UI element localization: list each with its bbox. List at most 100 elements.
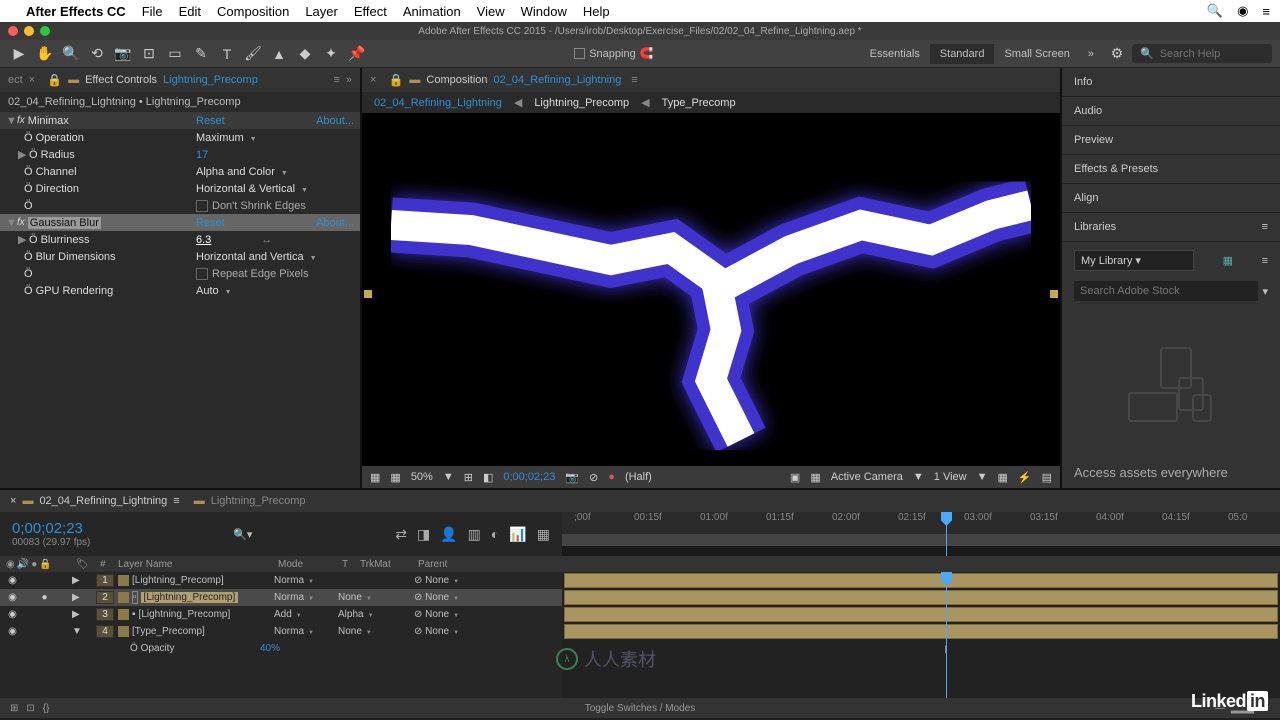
trkmat-dropdown[interactable]: None <box>338 626 414 637</box>
puppet-tool-icon[interactable]: 📌 <box>346 43 368 65</box>
camera-dropdown[interactable]: Active Camera <box>831 471 903 483</box>
close-window-icon[interactable] <box>8 26 18 36</box>
menu-layer[interactable]: Layer <box>305 4 338 19</box>
panel-menu-icon[interactable]: ≡ <box>1262 221 1268 233</box>
layer-duration-bar[interactable] <box>564 590 1278 605</box>
crumb-0[interactable]: 02_04_Refining_Lightning <box>374 97 502 109</box>
timeline-tab-1[interactable]: ×▬02_04_Refining_Lightning≡ <box>10 495 180 507</box>
blend-mode-dropdown[interactable]: Norma <box>274 592 338 603</box>
timeline-icon[interactable]: ▤ <box>1042 471 1052 484</box>
timeline-layer-row[interactable]: ◉ ▶ 3 ▪[Lightning_Precomp] Add Alpha ⊘ N… <box>0 606 562 623</box>
work-area-bar[interactable] <box>562 534 1280 546</box>
trkmat-dropdown[interactable]: None <box>338 592 414 603</box>
grid-icon[interactable]: ▦ <box>390 471 400 484</box>
menu-help[interactable]: Help <box>583 4 610 19</box>
menu-window[interactable]: Window <box>521 4 567 19</box>
type-tool-icon[interactable]: T <box>216 43 238 65</box>
crumb-2[interactable]: Type_Precomp <box>662 97 736 109</box>
menu-view[interactable]: View <box>477 4 505 19</box>
tab-close-icon[interactable]: × <box>29 74 35 86</box>
visibility-toggle[interactable]: ◉ <box>6 609 19 620</box>
playhead-line[interactable] <box>946 572 947 698</box>
search-help[interactable]: 🔍 <box>1132 44 1272 63</box>
lock-icon[interactable]: 🔒 <box>47 73 62 87</box>
effects-presets-panel[interactable]: Effects & Presets <box>1062 155 1280 184</box>
color-mgmt-icon[interactable]: ● <box>608 471 615 483</box>
app-menu[interactable]: After Effects CC <box>26 4 126 19</box>
toggle-switches-icon[interactable]: ⊞ <box>10 703 18 714</box>
spotlight-icon[interactable]: 🔍 <box>1207 3 1223 19</box>
channel-icon[interactable]: ⊘ <box>589 471 598 484</box>
graph-editor-icon[interactable]: 📊 <box>509 526 526 543</box>
panel-menu-icon[interactable]: ≡ <box>333 74 339 86</box>
fx-gaussian-header[interactable]: ▼fxGaussian Blur Reset About... <box>0 214 360 231</box>
composition-tab[interactable]: × 🔒 ▬ Composition 02_04_Refining_Lightni… <box>362 68 1060 92</box>
tab-prev[interactable]: ect <box>8 74 23 86</box>
parent-dropdown[interactable]: ⊘ None <box>414 575 514 586</box>
toggle-switches-modes-button[interactable]: Toggle Switches / Modes <box>585 703 696 714</box>
blend-mode-dropdown[interactable]: Norma <box>274 575 338 586</box>
info-panel[interactable]: Info <box>1062 68 1280 97</box>
comp-tab-close-icon[interactable]: × <box>370 74 376 86</box>
libraries-panel-header[interactable]: Libraries≡ <box>1062 213 1280 242</box>
checkbox-icon[interactable] <box>574 48 585 59</box>
comp-panel-menu-icon[interactable]: ≡ <box>631 74 637 86</box>
search-dropdown-icon[interactable]: ▾ <box>1262 285 1268 298</box>
clone-tool-icon[interactable]: ▲ <box>268 43 290 65</box>
comp-mini-flowchart-icon[interactable]: ⇄ <box>395 526 407 543</box>
bounding-handle[interactable] <box>364 290 372 298</box>
layer-color-icon[interactable] <box>118 626 129 637</box>
panel-overflow-icon[interactable]: » <box>346 74 352 86</box>
visibility-toggle[interactable]: ◉ <box>6 592 19 603</box>
frame-blend-icon[interactable]: ▥ <box>468 526 481 543</box>
hide-shy-icon[interactable]: 👤 <box>440 526 457 543</box>
parent-dropdown[interactable]: ⊘ None <box>414 609 514 620</box>
shrink-edges-checkbox[interactable] <box>196 200 208 212</box>
crumb-1[interactable]: Lightning_Precomp <box>534 97 629 109</box>
blurriness-value[interactable]: 6.3 <box>196 234 211 246</box>
menu-animation[interactable]: Animation <box>403 4 461 19</box>
playhead[interactable] <box>946 512 947 556</box>
timeline-layer-row[interactable]: ◉● ▶ 2 ▫[Lightning_Precomp] Norma None ⊘… <box>0 589 562 606</box>
library-selector[interactable]: My Library ▾ <box>1074 250 1194 271</box>
menu-extras-icon[interactable]: ≡ <box>1262 4 1270 19</box>
brackets-icon[interactable]: {} <box>43 703 50 714</box>
region-icon[interactable]: ▣ <box>790 471 800 484</box>
workspace-standard[interactable]: Standard <box>930 44 995 64</box>
workspace-essentials[interactable]: Essentials <box>860 44 930 64</box>
fast-preview-icon[interactable]: ⚡ <box>1018 471 1032 484</box>
visibility-toggle[interactable]: ◉ <box>6 575 19 586</box>
timeline-layer-row[interactable]: ◉ ▼ 4 [Type_Precomp] Norma None ⊘ None <box>0 623 562 640</box>
zoom-tool-icon[interactable]: 🔍 <box>60 43 82 65</box>
cc-icon[interactable]: ◉ <box>1237 3 1248 19</box>
trkmat-dropdown[interactable]: Alpha <box>338 609 414 620</box>
eraser-tool-icon[interactable]: ◆ <box>294 43 316 65</box>
blend-mode-dropdown[interactable]: Add <box>274 609 338 620</box>
layer-duration-bar[interactable] <box>564 607 1278 622</box>
align-panel[interactable]: Align <box>1062 184 1280 213</box>
ec-layer-link[interactable]: Lightning_Precomp <box>163 74 258 86</box>
opacity-value[interactable]: 40% <box>260 643 280 654</box>
workspace-overflow-icon[interactable]: » <box>1080 44 1102 64</box>
pan-behind-tool-icon[interactable]: ⊡ <box>138 43 160 65</box>
pixel-aspect-icon[interactable]: ▦ <box>997 471 1007 484</box>
timeline-layer-row[interactable]: ◉ ▶ 1 [Lightning_Precomp] Norma ⊘ None <box>0 572 562 589</box>
menu-edit[interactable]: Edit <box>179 4 201 19</box>
zoom-dropdown-icon[interactable]: ▼ <box>443 471 454 483</box>
stock-search-input[interactable] <box>1074 281 1258 301</box>
menu-composition[interactable]: Composition <box>217 4 289 19</box>
time-ruler[interactable]: ;00f 00:15f 01:00f 01:15f 02:00f 02:15f … <box>562 512 1280 534</box>
motion-blur-icon[interactable]: ◐ <box>491 526 499 543</box>
gpu-dropdown[interactable]: Auto <box>196 285 232 297</box>
transparency-icon[interactable]: ▦ <box>810 471 820 484</box>
radius-value[interactable]: 17 <box>196 149 208 161</box>
mask-toggle-icon[interactable]: ◧ <box>483 471 493 484</box>
layer-duration-bar[interactable] <box>564 624 1278 639</box>
gauss-reset-button[interactable]: Reset <box>196 217 225 229</box>
layer-color-icon[interactable] <box>118 592 129 603</box>
camera-tool-icon[interactable]: 📷 <box>112 43 134 65</box>
search-timeline-icon[interactable]: 🔍▾ <box>233 528 252 541</box>
toggle-modes-icon[interactable]: ⊡ <box>26 703 34 714</box>
resolution-icon[interactable]: ▦ <box>370 471 380 484</box>
mask-tool-icon[interactable]: ▭ <box>164 43 186 65</box>
